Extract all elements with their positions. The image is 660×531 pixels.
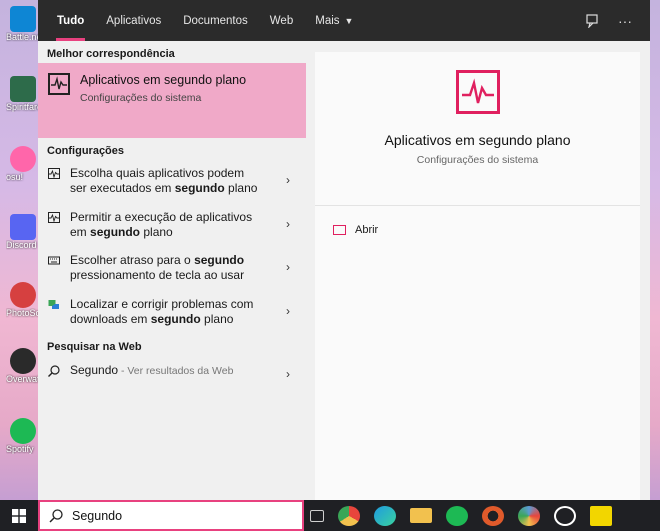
search-filter-bar: Tudo Aplicativos Documentos Web Mais ▼ ··… xyxy=(38,0,650,41)
background-apps-icon xyxy=(48,168,60,179)
best-match-subtitle: Configurações do sistema xyxy=(80,92,202,104)
edge-icon[interactable] xyxy=(374,505,396,526)
chevron-right-icon[interactable]: › xyxy=(286,260,290,274)
settings-result-item[interactable]: Localizar e corrigir problemas com downl… xyxy=(38,291,306,335)
settings-result-label: Escolha quais aplicativos podem ser exec… xyxy=(70,166,258,195)
section-header-web: Pesquisar na Web xyxy=(47,341,142,353)
keyboard-icon xyxy=(48,256,60,265)
desktop-icon-label: Spiritfarer xyxy=(6,102,40,112)
tab-label: Aplicativos xyxy=(106,14,162,27)
chevron-right-icon[interactable]: › xyxy=(286,367,290,381)
tab-label: Web xyxy=(269,14,294,27)
start-button[interactable] xyxy=(0,500,38,531)
troubleshoot-icon xyxy=(48,299,59,309)
best-match-item[interactable]: Aplicativos em segundo plano Configuraçõ… xyxy=(38,63,306,138)
search-input[interactable]: Segundo xyxy=(72,509,122,523)
settings-result-item[interactable]: Escolher atraso para o segundo pressiona… xyxy=(38,247,306,291)
chrome-icon[interactable] xyxy=(338,505,360,526)
web-result-label: Segundo - Ver resultados da Web xyxy=(70,363,260,379)
tab-label: Documentos xyxy=(183,14,248,27)
battlenet-icon xyxy=(10,6,36,32)
taskbar-search-box[interactable]: Segundo xyxy=(38,500,304,531)
discord-icon xyxy=(10,214,36,240)
osu-icon xyxy=(10,146,36,172)
background-apps-icon xyxy=(455,70,500,114)
chevron-down-icon: ▼ xyxy=(344,15,354,26)
desktop-icon-label: osu! xyxy=(6,172,24,182)
tab-label: Tudo xyxy=(57,14,85,27)
detail-header: Aplicativos em segundo plano Configuraçõ… xyxy=(315,70,640,206)
more-options-icon[interactable]: ··· xyxy=(614,10,636,32)
section-header-best-match: Melhor correspondência xyxy=(47,48,175,60)
desktop-icon-label: Battle.net xyxy=(6,32,40,42)
open-icon xyxy=(333,225,346,235)
settings-result-label: Localizar e corrigir problemas com downl… xyxy=(70,296,254,326)
section-header-settings: Configurações xyxy=(47,145,125,157)
detail-subtitle: Configurações do sistema xyxy=(416,154,539,166)
sticky-notes-icon[interactable] xyxy=(590,505,612,526)
chevron-right-icon[interactable]: › xyxy=(286,173,290,187)
search-icon xyxy=(48,365,60,377)
photoscape-icon xyxy=(10,282,36,308)
spotify-icon[interactable] xyxy=(446,505,468,526)
web-result-item[interactable]: Segundo - Ver resultados da Web › xyxy=(38,356,306,390)
results-list: Melhor correspondência Aplicativos em se… xyxy=(38,41,306,500)
detail-title: Aplicativos em segundo plano xyxy=(384,132,571,148)
settings-result-item[interactable]: Escolha quais aplicativos podem ser exec… xyxy=(38,160,306,204)
windows-icon xyxy=(12,508,26,523)
desktop-icon-label: Discord xyxy=(6,240,37,250)
settings-result-label: Permitir a execução de aplicativos em se… xyxy=(70,209,253,239)
spiritfarer-icon xyxy=(10,76,36,102)
tab-documents[interactable]: Documentos xyxy=(172,0,259,41)
web-result-hint: - Ver resultados da Web xyxy=(118,365,234,377)
desktop-icon-label: Spotify xyxy=(6,444,34,454)
settings-result-label: Escolher atraso para o segundo pressiona… xyxy=(70,253,245,282)
overwatch-icon xyxy=(10,348,36,374)
taskbar-apps xyxy=(310,500,612,531)
open-action[interactable]: Abrir xyxy=(315,206,640,236)
feedback-icon[interactable] xyxy=(582,10,604,32)
desktop-icon-osu[interactable]: osu! xyxy=(6,146,40,182)
best-match-title: Aplicativos em segundo plano xyxy=(80,73,247,87)
desktop-icon-label: PhotoScape xyxy=(6,308,40,318)
tab-more[interactable]: Mais ▼ xyxy=(304,0,364,41)
open-action-label: Abrir xyxy=(355,224,379,236)
steelseries-icon[interactable] xyxy=(482,505,504,526)
tab-apps[interactable]: Aplicativos xyxy=(95,0,172,41)
taskbar: Segundo xyxy=(0,500,660,531)
chevron-right-icon[interactable]: › xyxy=(286,304,290,318)
desktop-icon-discord[interactable]: Discord xyxy=(6,214,40,250)
web-query: Segundo xyxy=(70,363,119,377)
tab-web[interactable]: Web xyxy=(259,0,304,41)
search-icon xyxy=(49,508,63,523)
desktop-icon-battlenet[interactable]: Battle.net xyxy=(6,6,40,42)
search-panel: Tudo Aplicativos Documentos Web Mais ▼ ··… xyxy=(38,0,650,500)
tab-all[interactable]: Tudo xyxy=(46,0,95,41)
desktop-icon-overwatch[interactable]: Overwatch xyxy=(6,348,40,384)
file-explorer-icon[interactable] xyxy=(410,508,432,523)
app-icon[interactable] xyxy=(554,505,576,526)
desktop-icon-spotify[interactable]: Spotify xyxy=(6,418,40,454)
tab-label: Mais xyxy=(315,14,340,27)
desktop-icon-photoscape[interactable]: PhotoScape xyxy=(6,282,40,318)
background-apps-icon xyxy=(48,211,60,223)
task-view-icon[interactable] xyxy=(310,509,324,522)
chevron-right-icon[interactable]: › xyxy=(286,217,290,231)
spotify-icon xyxy=(10,418,36,444)
desktop-icon-label: Overwatch xyxy=(6,374,40,384)
top-actions: ··· xyxy=(582,0,650,41)
settings-result-item[interactable]: Permitir a execução de aplicativos em se… xyxy=(38,204,306,248)
paint-icon[interactable] xyxy=(518,505,540,526)
desktop-icon-spiritfarer[interactable]: Spiritfarer xyxy=(6,76,40,112)
desktop: Battle.net Spiritfarer osu! Discord Phot… xyxy=(0,0,40,500)
background-apps-icon xyxy=(48,73,70,95)
detail-pane: Aplicativos em segundo plano Configuraçõ… xyxy=(315,52,640,500)
